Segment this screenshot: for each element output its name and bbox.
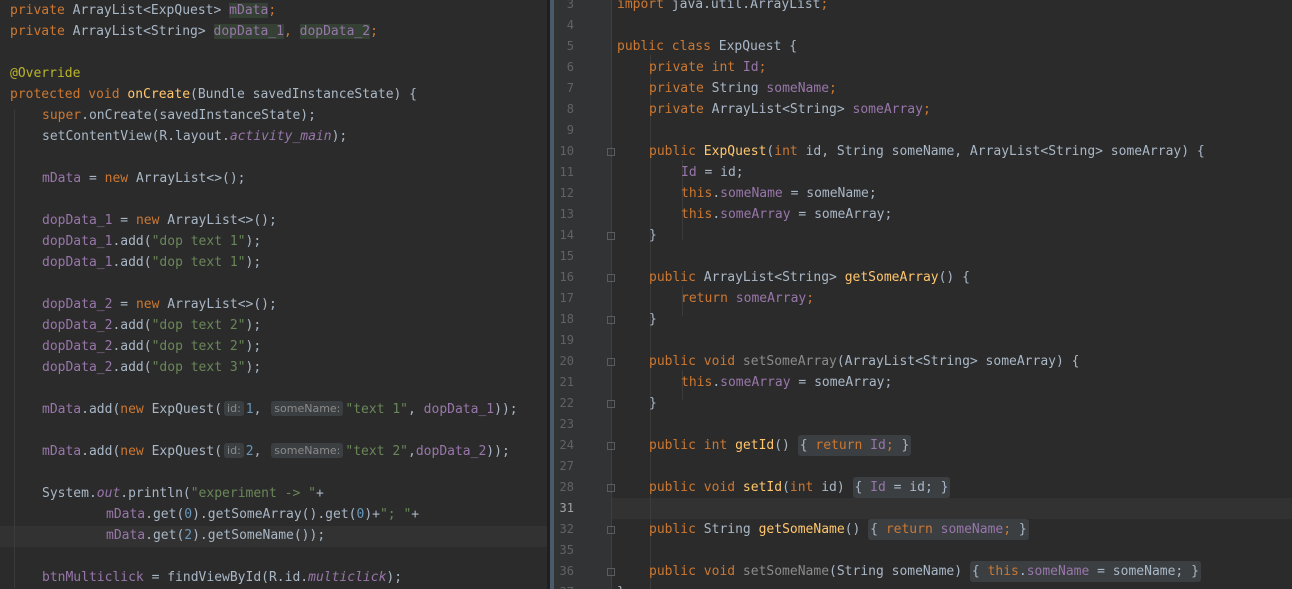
- code-line[interactable]: }: [649, 393, 657, 414]
- code-line[interactable]: @Override: [10, 63, 80, 84]
- line-number: 15: [559, 249, 574, 263]
- code-line[interactable]: private ArrayList<String> dopData_1, dop…: [10, 21, 378, 42]
- line-number: 20: [559, 354, 574, 368]
- line-number: 7: [566, 81, 574, 95]
- code-line[interactable]: private int Id;: [649, 57, 766, 78]
- code-line[interactable]: this.someName = someName;: [681, 183, 877, 204]
- code-line[interactable]: }: [649, 225, 657, 246]
- line-number: 32: [559, 522, 574, 536]
- line-number: 5: [566, 39, 574, 53]
- code-line[interactable]: private ArrayList<ExpQuest> mData;: [10, 0, 276, 21]
- code-line[interactable]: mData.get(2).getSomeName());: [106, 525, 325, 546]
- code-line[interactable]: public int getId() { return Id; }: [649, 435, 912, 456]
- code-line[interactable]: Id = id;: [681, 162, 744, 183]
- code-line[interactable]: private String someName;: [649, 78, 837, 99]
- code-line[interactable]: private ArrayList<String> someArray;: [649, 99, 931, 120]
- fold-marker-icon[interactable]: [607, 316, 615, 324]
- line-number: 28: [559, 480, 574, 494]
- line-number: 22: [559, 396, 574, 410]
- fold-marker-icon[interactable]: [607, 358, 615, 366]
- code-line[interactable]: System.out.println("experiment -> "+: [42, 483, 324, 504]
- code-line[interactable]: public String getSomeName() { return som…: [649, 519, 1029, 540]
- code-line[interactable]: this.someArray = someArray;: [681, 204, 892, 225]
- line-number: 13: [559, 207, 574, 221]
- code-line[interactable]: dopData_2.add("dop text 3");: [42, 357, 261, 378]
- fold-marker-icon[interactable]: [607, 400, 615, 408]
- line-number: 8: [566, 102, 574, 116]
- fold-marker-icon[interactable]: [607, 442, 615, 450]
- code-line[interactable]: mData = new ArrayList<>();: [42, 168, 246, 189]
- line-number: 12: [559, 186, 574, 200]
- line-number: 27: [559, 459, 574, 473]
- line-number: 9: [566, 123, 574, 137]
- left-editor-pane[interactable]: private ArrayList<ExpQuest> mData; priva…: [0, 0, 547, 589]
- line-number: 23: [559, 417, 574, 431]
- code-line[interactable]: }: [617, 582, 625, 589]
- folded-block: { return Id; }: [797, 435, 912, 456]
- line-number: 17: [559, 291, 574, 305]
- line-number: 24: [559, 438, 574, 452]
- param-hint: id:: [224, 443, 244, 458]
- current-line-highlight: [612, 498, 1292, 519]
- code-line[interactable]: public ExpQuest(int id, String someName,…: [649, 141, 1205, 162]
- code-line[interactable]: public class ExpQuest {: [617, 36, 797, 57]
- line-number: 36: [559, 564, 574, 578]
- param-hint: someName:: [271, 401, 344, 416]
- param-hint: id:: [224, 401, 244, 416]
- param-hint: someName:: [271, 443, 344, 458]
- folded-block: { return someName; }: [868, 519, 1029, 540]
- code-line[interactable]: btnMulticlick = findViewById(R.id.multic…: [42, 567, 402, 588]
- code-line[interactable]: return someArray;: [681, 288, 814, 309]
- line-number: 16: [559, 270, 574, 284]
- fold-marker-icon[interactable]: [607, 274, 615, 282]
- code-line[interactable]: dopData_1 = new ArrayList<>();: [42, 210, 277, 231]
- code-line[interactable]: mData.add(new ExpQuest(id: 1, someName: "t…: [42, 399, 518, 420]
- line-number: 6: [566, 60, 574, 74]
- line-number: 14: [559, 228, 574, 242]
- line-number: 10: [559, 144, 574, 158]
- code-line[interactable]: setContentView(R.layout.activity_main);: [42, 126, 347, 147]
- folded-block: { this.someName = someName; }: [969, 561, 1201, 582]
- code-line[interactable]: }: [649, 309, 657, 330]
- line-number: 19: [559, 333, 574, 347]
- code-line[interactable]: dopData_1.add("dop text 1");: [42, 231, 261, 252]
- code-line[interactable]: public void setSomeName(String someName)…: [649, 561, 1201, 582]
- fold-marker-icon[interactable]: [607, 526, 615, 534]
- indent-guide: [14, 110, 15, 588]
- line-number: 4: [566, 18, 574, 32]
- fold-marker-icon[interactable]: [607, 568, 615, 576]
- line-number: 11: [559, 165, 574, 179]
- code-line[interactable]: dopData_1.add("dop text 1");: [42, 252, 261, 273]
- line-number: 3: [566, 0, 574, 11]
- fold-marker-icon[interactable]: [607, 148, 615, 156]
- fold-marker-icon[interactable]: [607, 484, 615, 492]
- line-number: 31: [559, 501, 574, 515]
- code-line[interactable]: public void setId(int id) { Id = id; }: [649, 477, 951, 498]
- code-line[interactable]: public void setSomeArray(ArrayList<Strin…: [649, 351, 1079, 372]
- code-line[interactable]: public ArrayList<String> getSomeArray() …: [649, 267, 970, 288]
- fold-marker-icon[interactable]: [607, 232, 615, 240]
- folded-block: { Id = id; }: [852, 477, 951, 498]
- right-editor-pane[interactable]: 3 4 5 6 7 8 9 10 11 12 13 14 15 16 17 18…: [550, 0, 1292, 589]
- code-line[interactable]: dopData_2.add("dop text 2");: [42, 336, 261, 357]
- line-number: 21: [559, 375, 574, 389]
- line-number: 35: [559, 543, 574, 557]
- code-line[interactable]: import java.util.ArrayList;: [617, 0, 828, 15]
- code-line[interactable]: mData.get(0).getSomeArray().get(0)+"; "+: [106, 504, 419, 525]
- code-line[interactable]: dopData_2.add("dop text 2");: [42, 315, 261, 336]
- code-line[interactable]: protected void onCreate(Bundle savedInst…: [10, 84, 417, 105]
- code-line[interactable]: super.onCreate(savedInstanceState);: [42, 105, 316, 126]
- code-line[interactable]: mData.add(new ExpQuest(id: 2, someName: "t…: [42, 441, 510, 462]
- line-number: 37: [550, 582, 574, 589]
- code-line[interactable]: dopData_2 = new ArrayList<>();: [42, 294, 277, 315]
- code-line[interactable]: this.someArray = someArray;: [681, 372, 892, 393]
- line-number: 18: [559, 312, 574, 326]
